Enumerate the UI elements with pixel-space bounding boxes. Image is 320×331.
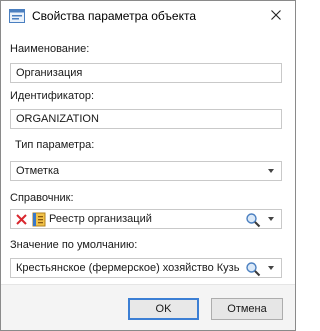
dialog-footer: OK Отмена	[1, 285, 295, 330]
name-label: Наименование:	[10, 43, 90, 55]
cancel-button[interactable]: Отмена	[211, 298, 283, 320]
close-button[interactable]	[263, 5, 289, 27]
search-icon[interactable]	[245, 212, 261, 228]
parameter-type-select[interactable]: Отметка	[10, 161, 282, 181]
chevron-down-icon[interactable]	[268, 266, 274, 270]
identifier-input[interactable]: ORGANIZATION	[10, 109, 282, 129]
clear-icon[interactable]	[16, 214, 27, 228]
title-bar[interactable]: Свойства параметра объекта	[1, 1, 295, 32]
name-value: Организация	[16, 67, 83, 79]
ok-button[interactable]: OK	[128, 298, 199, 320]
default-value-label: Значение по умолчанию:	[10, 239, 138, 251]
default-value-value: Крестьянское (фермерское) хозяйство Кузь	[16, 262, 240, 274]
default-value-select[interactable]: Крестьянское (фермерское) хозяйство Кузь	[10, 258, 282, 278]
chevron-down-icon[interactable]	[268, 169, 274, 173]
identifier-value: ORGANIZATION	[16, 113, 99, 125]
search-icon[interactable]	[245, 261, 261, 277]
reference-book-label: Справочник:	[10, 192, 74, 204]
reference-book-icon	[32, 212, 46, 230]
chevron-down-icon[interactable]	[268, 217, 274, 221]
object-parameter-properties-dialog: Свойства параметра объекта Наименование:…	[0, 0, 296, 331]
parameter-type-value: Отметка	[16, 165, 60, 177]
reference-book-value: Реестр организаций	[49, 213, 152, 225]
window-title: Свойства параметра объекта	[32, 9, 196, 23]
reference-book-select[interactable]: Реестр организаций	[10, 209, 282, 229]
window-icon	[9, 9, 25, 23]
name-input[interactable]: Организация	[10, 63, 282, 83]
identifier-label: Идентификатор:	[10, 90, 95, 102]
close-icon	[271, 9, 281, 23]
parameter-type-label: Тип параметра:	[15, 139, 95, 151]
